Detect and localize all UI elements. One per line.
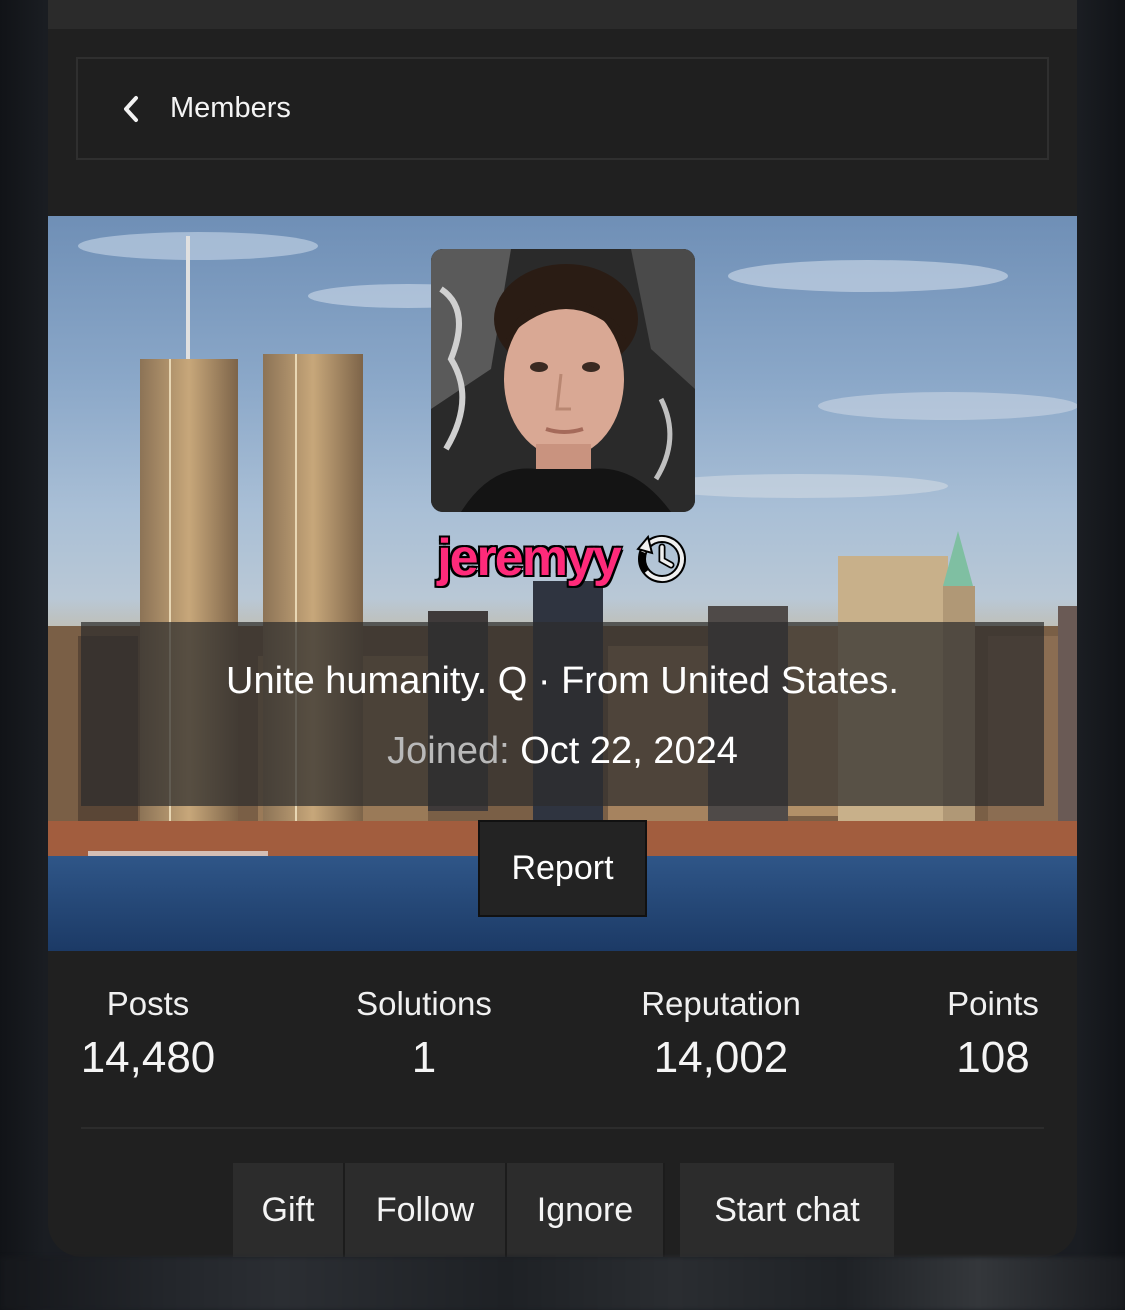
member-profile-card: Members jeremyy Unite humanity. Q · From… [48,0,1077,1257]
chevron-left-icon[interactable] [122,94,142,124]
username-row: jeremyy [48,518,1077,598]
stat-label: Reputation [641,985,801,1022]
stat-value: 14,480 [80,1033,216,1082]
report-button[interactable]: Report [478,820,647,917]
background-blur-strip [0,1257,1125,1310]
stat-reputation[interactable]: Reputation 14,002 [628,985,814,1083]
stat-label: Posts [106,985,190,1022]
joined-date: Joined: Oct 22, 2024 [81,730,1044,773]
avatar[interactable] [431,249,695,512]
stat-value: 108 [956,1033,1030,1082]
start-chat-button[interactable]: Start chat [680,1163,894,1257]
breadcrumb[interactable]: Members [76,57,1049,160]
profile-banner: jeremyy Unite humanity. Q · From United … [48,216,1077,951]
ignore-button[interactable]: Ignore [507,1163,665,1257]
profile-actions: Gift Follow Ignore Start chat [233,1163,894,1257]
history-icon [634,531,688,585]
stat-points[interactable]: Points 108 [933,985,1053,1083]
joined-value: Oct 22, 2024 [520,730,738,772]
stat-label: Points [947,985,1039,1022]
member-stats: Posts 14,480 Solutions 1 Reputation 14,0… [48,985,1077,1105]
joined-label: Joined: [387,730,510,772]
breadcrumb-members-link[interactable]: Members [170,92,291,125]
stat-solutions[interactable]: Solutions 1 [346,985,502,1083]
username[interactable]: jeremyy [437,528,622,588]
stat-posts[interactable]: Posts 14,480 [80,985,216,1083]
divider [81,1127,1044,1129]
gift-button[interactable]: Gift [233,1163,345,1257]
profile-tagline: Unite humanity. Q · From United States. [226,660,899,702]
follow-button[interactable]: Follow [345,1163,507,1257]
top-strip [48,0,1077,29]
stat-label: Solutions [356,985,492,1022]
stat-value: 14,002 [653,1033,789,1082]
profile-info-box: Unite humanity. Q · From United States. … [81,622,1044,806]
stat-value: 1 [411,1033,437,1082]
